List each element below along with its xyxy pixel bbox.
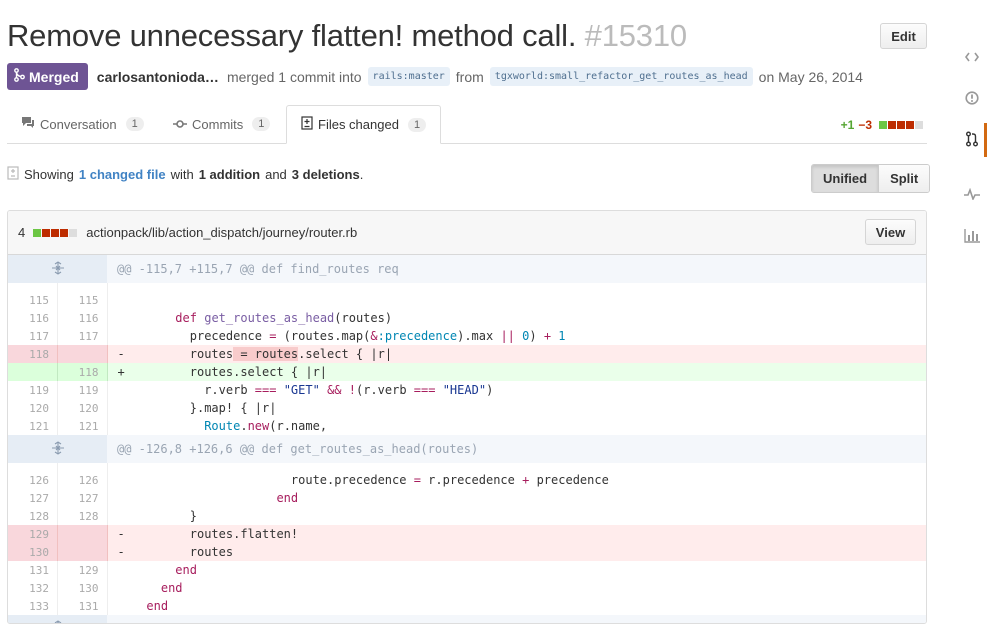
diff-line: 132 130 end <box>8 579 926 597</box>
diffstat: +1 −3 <box>841 118 923 132</box>
hunk-header: @@ -126,8 +126,6 @@ def get_routes_as_he… <box>8 435 926 463</box>
hunk-header-text: @@ -126,8 +126,6 @@ def get_routes_as_he… <box>107 435 926 463</box>
active-indicator <box>984 123 987 157</box>
diff-line: 121 121 Route.new(r.name, <box>8 417 926 435</box>
pr-number: #15310 <box>584 18 687 53</box>
pr-meta: Merged carlosantonioda… merged 1 commit … <box>7 63 863 90</box>
diff-view-toggle: Unified Split <box>811 164 931 193</box>
deleted-line: 118- routes = routes.select { |r| <box>8 345 926 363</box>
summary-deletions: 3 deletions <box>291 167 360 182</box>
commit-icon <box>173 117 187 132</box>
tab-conversation-label: Conversation <box>40 116 117 132</box>
expand-icon[interactable] <box>8 255 107 283</box>
expand-icon[interactable] <box>8 615 107 623</box>
diff-table: @@ -115,7 +115,7 @@ def find_routes req … <box>8 255 926 623</box>
file-header: 4 actionpack/lib/action_dispatch/journey… <box>8 211 926 255</box>
base-branch[interactable]: rails:master <box>367 67 450 86</box>
pr-title: Remove unnecessary flatten! method call.… <box>7 18 687 54</box>
diffstat-deletions: −3 <box>858 118 872 132</box>
file-path: actionpack/lib/action_dispatch/journey/r… <box>86 225 358 240</box>
summary-additions: 1 addition <box>198 167 261 182</box>
file-diff: 4 actionpack/lib/action_dispatch/journey… <box>7 210 927 624</box>
diff-line: 126 126 route.precedence = r.precedence +… <box>8 471 926 489</box>
pr-title-text: Remove unnecessary flatten! method call. <box>7 18 577 53</box>
diff-line: 115 115 <box>8 291 926 309</box>
diff-summary: Showing 1 changed file with 1 addition a… <box>7 166 363 183</box>
merge-date: on May 26, 2014 <box>758 68 863 85</box>
file-icon <box>7 166 19 183</box>
tab-commits-label: Commits <box>192 116 244 132</box>
tab-conversation[interactable]: Conversation 1 <box>21 105 144 143</box>
tab-conversation-count: 1 <box>125 117 144 131</box>
view-file-button[interactable]: View <box>865 219 916 245</box>
diff-line: 127 127 end <box>8 489 926 507</box>
author-link[interactable]: carlosantonioda… <box>97 69 219 85</box>
merged-label: Merged <box>29 68 79 85</box>
diff-line: 120 120 }.map! { |r| <box>8 399 926 417</box>
comment-icon <box>21 116 35 132</box>
hunk-header: @@ -115,7 +115,7 @@ def find_routes req <box>8 255 926 283</box>
head-branch[interactable]: tgxworld:small_refactor_get_routes_as_he… <box>489 67 753 86</box>
split-button[interactable]: Split <box>879 165 930 192</box>
file-diffstat-blocks <box>33 228 78 237</box>
from-text: from <box>455 68 484 85</box>
diffstat-additions: +1 <box>840 118 855 132</box>
diff-line: 128 128 } <box>8 507 926 525</box>
unified-button[interactable]: Unified <box>812 165 880 192</box>
diff-line: 116 116 def get_routes_as_head(routes) <box>8 309 926 327</box>
diff-line: 119 119 r.verb === "GET" && !(r.verb === … <box>8 381 926 399</box>
deleted-line: 129- routes.flatten! <box>8 525 926 543</box>
file-change-count: 4 <box>18 225 26 240</box>
merged-badge: Merged <box>7 63 88 90</box>
diff-icon <box>301 116 313 133</box>
tab-files-changed[interactable]: Files changed 1 <box>286 105 442 144</box>
hunk-footer <box>8 615 926 623</box>
merged-text: merged 1 commit into <box>226 68 362 85</box>
repo-sidebar <box>950 27 997 277</box>
changed-files-link[interactable]: 1 changed file <box>79 167 166 182</box>
hunk-header-text: @@ -115,7 +115,7 @@ def find_routes req <box>107 255 926 283</box>
expand-icon[interactable] <box>8 435 107 463</box>
pulse-icon[interactable] <box>960 182 984 206</box>
merge-icon <box>14 68 25 85</box>
graph-icon[interactable] <box>960 224 984 248</box>
code-icon[interactable] <box>960 45 984 69</box>
diff-line: 133 131 end <box>8 597 926 615</box>
edit-button[interactable]: Edit <box>880 23 927 49</box>
tab-commits-count: 1 <box>252 117 271 131</box>
added-line: 118 + routes.select { |r| <box>8 363 926 381</box>
summary-with: with <box>170 167 194 182</box>
tab-files-count: 1 <box>407 117 427 132</box>
summary-and: and <box>265 167 287 182</box>
tab-commits[interactable]: Commits 1 <box>173 105 271 143</box>
deleted-line: 130- routes <box>8 543 926 561</box>
tab-files-label: Files changed <box>318 117 399 132</box>
summary-prefix: Showing <box>24 167 74 182</box>
diff-line: 117 117 precedence = (routes.map(&:preced… <box>8 327 926 345</box>
pr-tabs: Conversation 1 Commits 1 Files changed 1 <box>7 105 927 144</box>
pull-request-icon[interactable] <box>960 127 984 151</box>
diff-line: 131 129 end <box>8 561 926 579</box>
summary-suffix: . <box>359 167 364 182</box>
diffstat-blocks <box>879 121 923 129</box>
issue-icon[interactable] <box>960 86 984 110</box>
